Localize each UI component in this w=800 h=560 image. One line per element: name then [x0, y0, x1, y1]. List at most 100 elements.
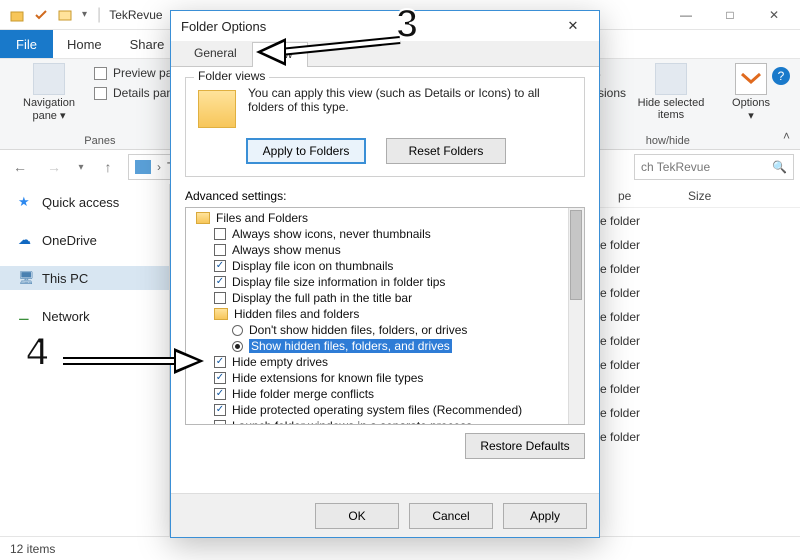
folder-icon [10, 8, 24, 22]
forward-button[interactable]: → [40, 153, 68, 181]
list-item[interactable]: e folder [600, 214, 640, 228]
apply-button[interactable]: Apply [503, 503, 587, 529]
minimize-button[interactable]: — [664, 1, 708, 29]
check-icon[interactable] [34, 8, 48, 22]
checkbox-icon[interactable] [214, 292, 226, 304]
hide-selected-label: Hide selected items [638, 97, 705, 121]
tree-radio-dont-show-hidden[interactable]: Don't show hidden files, folders, or dri… [190, 322, 564, 338]
tab-view-panel: Folder views You can apply this view (su… [171, 67, 599, 465]
list-item[interactable]: e folder [600, 286, 640, 300]
tree-item[interactable]: Always show icons, never thumbnails [190, 226, 564, 242]
tree-item[interactable]: ✓Display file icon on thumbnails [190, 258, 564, 274]
sidebar-item-this-pc[interactable]: 🖥This PC [0, 266, 169, 290]
tree-group-files-folders[interactable]: Files and Folders [190, 210, 564, 226]
list-item[interactable]: e folder [600, 406, 640, 420]
tree-item[interactable]: Display the full path in the title bar [190, 290, 564, 306]
options-label: Options ▾ [732, 97, 770, 122]
tree-item[interactable]: ✓Hide extensions for known file types [190, 370, 564, 386]
restore-defaults-button[interactable]: Restore Defaults [465, 433, 585, 459]
advanced-settings-label: Advanced settings: [185, 189, 585, 203]
hide-selected-icon [655, 63, 687, 95]
scrollbar[interactable] [568, 208, 584, 424]
hide-selected-button[interactable]: Hide selected items [636, 63, 706, 121]
checkbox-icon[interactable]: ✓ [214, 404, 226, 416]
tree-label: Hidden files and folders [234, 307, 359, 321]
tab-home[interactable]: Home [53, 30, 116, 58]
apply-to-folders-button[interactable]: Apply to Folders [246, 138, 366, 164]
column-size[interactable]: Size [676, 189, 746, 203]
search-icon[interactable]: 🔍 [772, 160, 787, 174]
list-item[interactable]: e folder [600, 358, 640, 372]
maximize-button[interactable]: □ [708, 1, 752, 29]
tab-file[interactable]: File [0, 30, 53, 58]
dialog-footer: OK Cancel Apply [171, 493, 599, 537]
tab-share[interactable]: Share [116, 30, 179, 58]
tree-item[interactable]: ✓Hide protected operating system files (… [190, 402, 564, 418]
close-button[interactable]: ✕ [752, 1, 796, 29]
radio-icon[interactable] [232, 341, 243, 352]
radio-icon[interactable] [232, 325, 243, 336]
checkbox-icon[interactable] [214, 420, 226, 425]
help-icon[interactable]: ? [772, 67, 790, 85]
folder-views-icon [198, 90, 236, 128]
dialog-close-button[interactable]: ✕ [557, 14, 589, 38]
advanced-settings-tree[interactable]: Files and Folders Always show icons, nev… [185, 207, 585, 425]
navigation-pane: ★ Quick access ☁OneDrive 🖥This PC ⚊Networ… [0, 184, 170, 536]
star-icon: ★ [18, 194, 34, 210]
cancel-button[interactable]: Cancel [409, 503, 493, 529]
list-item[interactable]: e folder [600, 310, 640, 324]
tree-group-hidden[interactable]: Hidden files and folders [190, 306, 564, 322]
tree-item[interactable]: Launch folder windows in a separate proc… [190, 418, 564, 425]
checkbox-icon[interactable]: ✓ [214, 356, 226, 368]
navigation-pane-icon [33, 63, 65, 95]
list-item[interactable]: e folder [600, 334, 640, 348]
ok-button[interactable]: OK [315, 503, 399, 529]
list-item[interactable]: e folder [600, 430, 640, 444]
sidebar-item-quick-access[interactable]: ★ Quick access [0, 190, 169, 214]
recent-locations-button[interactable]: ▾ [74, 153, 88, 181]
checkbox-icon[interactable]: ✓ [214, 388, 226, 400]
sidebar-item-label: Network [42, 309, 90, 324]
dialog-title: Folder Options [181, 19, 266, 34]
search-input[interactable]: ch TekRevue 🔍 [634, 154, 794, 180]
checkbox-icon[interactable] [214, 244, 226, 256]
breadcrumb-chevron-icon[interactable]: › [157, 160, 161, 174]
tree-item[interactable]: Always show menus [190, 242, 564, 258]
qat-overflow-icon[interactable]: ▾ [82, 9, 87, 20]
checkbox-icon[interactable] [214, 228, 226, 240]
up-button[interactable]: ↑ [94, 153, 122, 181]
sidebar-item-network[interactable]: ⚊Network [0, 304, 169, 328]
scrollbar-thumb[interactable] [570, 210, 582, 300]
list-item[interactable]: e folder [600, 238, 640, 252]
tree-item[interactable]: ✓ Hide folder merge conflicts [190, 386, 564, 402]
sidebar-item-label: Quick access [42, 195, 119, 210]
quick-access-toolbar: ▾ | [4, 6, 101, 24]
checkbox-icon[interactable]: ✓ [214, 276, 226, 288]
tree-item[interactable]: ✓Hide empty drives [190, 354, 564, 370]
item-count: 12 items [10, 542, 55, 556]
back-button[interactable]: ← [6, 153, 34, 181]
file-rows: e folder e folder e folder e folder e fo… [600, 214, 640, 444]
tree-label: Display file size information in folder … [232, 275, 445, 289]
tab-general[interactable]: General [179, 41, 252, 66]
tree-radio-show-hidden[interactable]: Show hidden files, folders, and drives [190, 338, 564, 354]
tree-label: Hide folder merge conflicts [232, 387, 374, 401]
navigation-pane-label: Navigation pane ▾ [23, 97, 75, 122]
navigation-pane-button[interactable]: Navigation pane ▾ [14, 63, 84, 122]
checkbox-icon[interactable]: ✓ [214, 260, 226, 272]
collapse-ribbon-icon[interactable]: ˄ [783, 129, 790, 143]
list-item[interactable]: e folder [600, 262, 640, 276]
sidebar-item-label: This PC [42, 271, 88, 286]
folder-views-group: Folder views You can apply this view (su… [185, 77, 585, 177]
sidebar-item-onedrive[interactable]: ☁OneDrive [0, 228, 169, 252]
list-item[interactable]: e folder [600, 382, 640, 396]
reset-folders-button[interactable]: Reset Folders [386, 138, 506, 164]
checkbox-icon[interactable]: ✓ [214, 372, 226, 384]
tree-item[interactable]: ✓ Display file size information in folder… [190, 274, 564, 290]
pane-icon [94, 87, 107, 100]
column-type[interactable]: pe [606, 189, 676, 203]
tab-view[interactable]: View [252, 42, 308, 67]
dialog-titlebar[interactable]: Folder Options ✕ [171, 11, 599, 41]
explorer-icon [58, 8, 72, 22]
group-legend: Folder views [194, 69, 269, 83]
